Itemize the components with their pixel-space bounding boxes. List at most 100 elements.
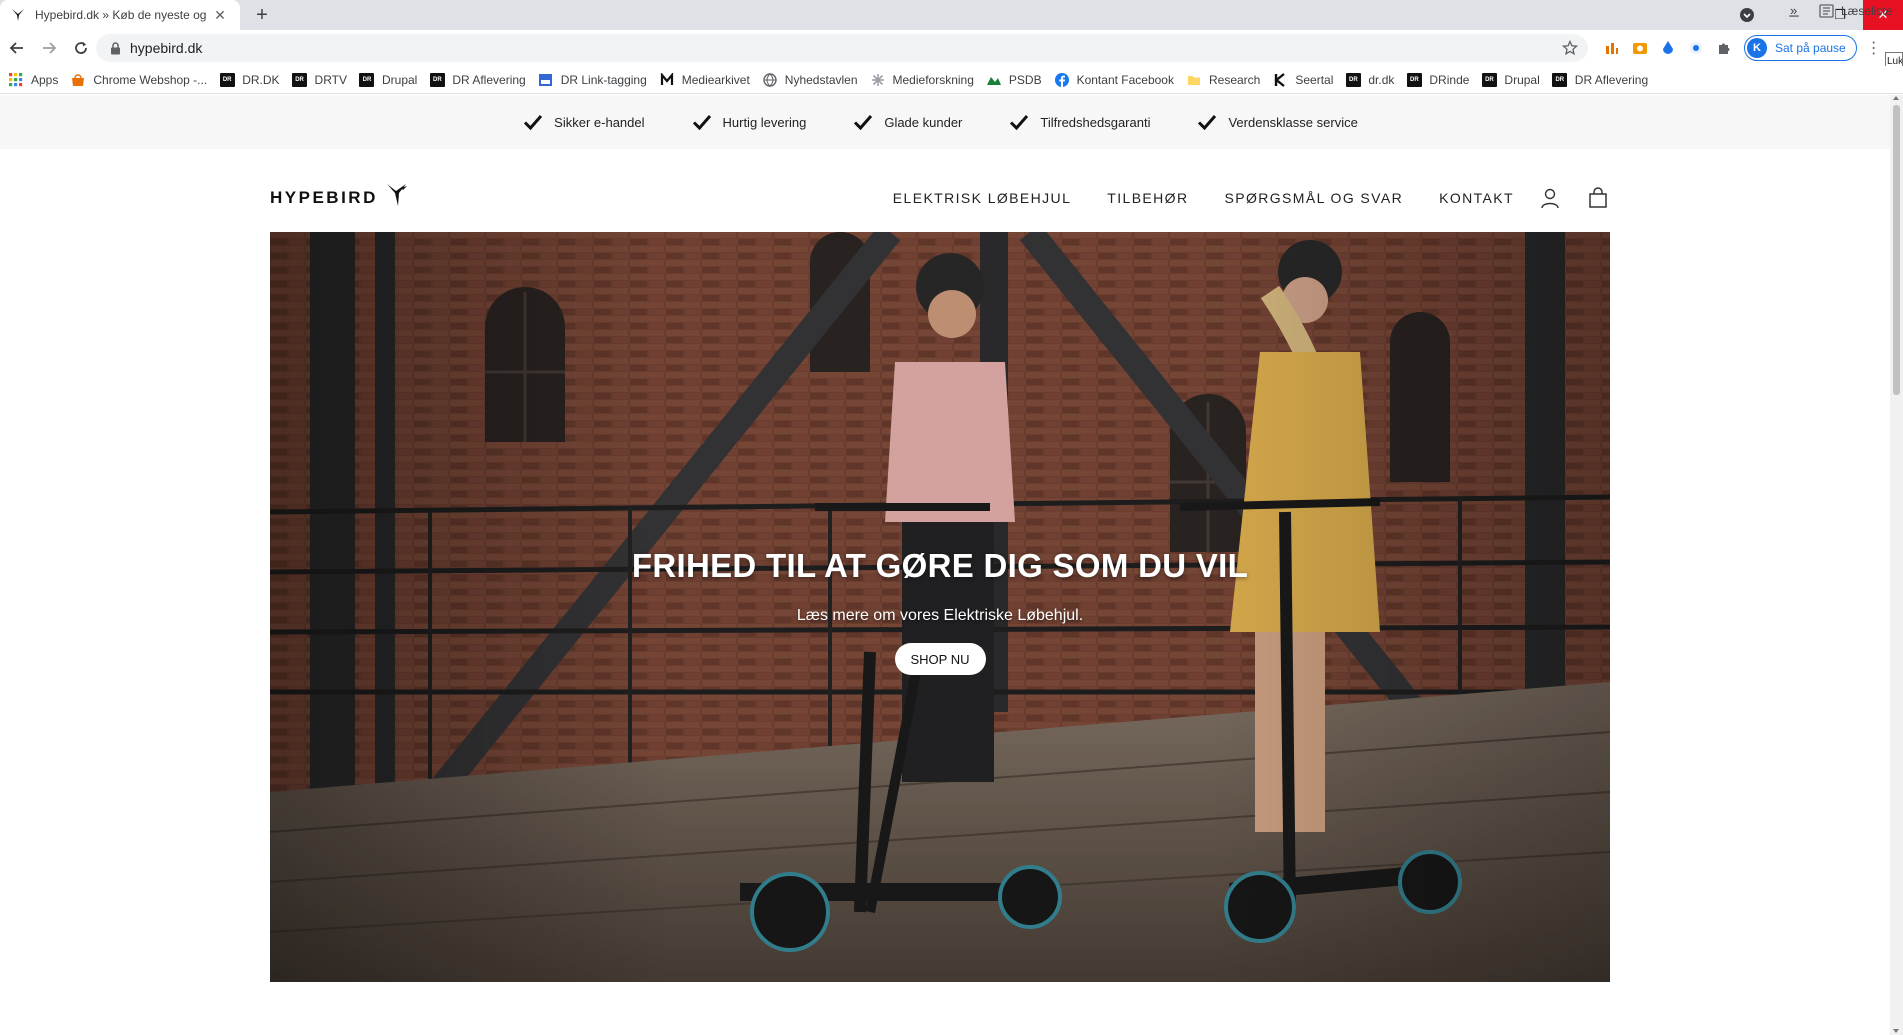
hero-banner: FRIHED TIL AT GØRE DIG SOM DU VIL Læs me… — [270, 232, 1610, 982]
bookmarks-bar: Apps Chrome Webshop -... DR DR.DK DR DRTV DR Dr… — [0, 66, 1903, 94]
nav-kontakt[interactable]: KONTAKT — [1439, 190, 1514, 206]
usp-label: Glade kunder — [884, 114, 963, 130]
address-bar[interactable]: hypebird.dk — [96, 34, 1588, 62]
back-button[interactable] — [2, 33, 32, 63]
scroll-down-icon[interactable] — [1893, 1029, 1899, 1033]
tab-close-icon[interactable]: ✕ — [211, 6, 229, 24]
usp-item: Glade kunder — [852, 113, 962, 131]
hypebird-bird-icon — [386, 183, 408, 212]
bookmark-item[interactable]: Chrome Webshop -... — [66, 69, 215, 91]
bookmark-item[interactable]: Research — [1182, 69, 1268, 91]
hero-title: FRIHED TIL AT GØRE DIG SOM DU VIL — [631, 547, 1249, 584]
bookmark-item[interactable]: DR Link-tagging — [534, 69, 655, 91]
extension-camera-icon[interactable] — [1630, 38, 1650, 58]
k-icon — [1272, 72, 1288, 88]
bookmark-item[interactable]: DR DR Aflevering — [425, 69, 533, 91]
psdb-icon — [986, 72, 1002, 88]
globe-icon — [762, 72, 778, 88]
bookmark-label: Mediearkivet — [681, 72, 750, 87]
bookmark-item[interactable]: PSDB — [982, 69, 1050, 91]
bookmark-item[interactable]: DR dr.dk — [1341, 69, 1402, 91]
checkmark-icon — [1008, 113, 1030, 131]
profile-button[interactable]: K Sat på pause — [1744, 35, 1857, 61]
facebook-icon — [1054, 72, 1070, 88]
bookmark-label: DRTV — [314, 72, 347, 87]
nav-tilbehor[interactable]: TILBEHØR — [1107, 190, 1188, 206]
m-icon — [659, 72, 675, 88]
tab-search-icon[interactable] — [1737, 5, 1757, 25]
bookmark-item[interactable]: DR Drupal — [1477, 69, 1547, 91]
bookmark-item[interactable]: Nyhedstavlen — [758, 69, 866, 91]
bookmarks-overflow-icon[interactable]: » — [1790, 3, 1797, 18]
page-viewport: Sikker e-handel Hurtig levering Glade kund… — [0, 95, 1890, 1035]
dr-icon: DR — [359, 72, 375, 88]
bookmark-item[interactable]: DR DR Aflevering — [1548, 69, 1656, 91]
nav-sporgsmal-og-svar[interactable]: SPØRGSMÅL OG SVAR — [1224, 190, 1403, 206]
site-logo[interactable]: HYPEBIRD — [270, 183, 408, 212]
dr-icon: DR — [219, 72, 235, 88]
arrow-left-icon — [9, 42, 23, 54]
bookmark-label: Seertal — [1295, 72, 1334, 87]
logo-text: HYPEBIRD — [270, 187, 378, 207]
bookmark-label: DR Aflevering — [452, 72, 526, 87]
usp-item: Verdensklasse service — [1196, 113, 1358, 131]
reading-list-button[interactable]: Læseliste — [1818, 3, 1892, 19]
bookmark-label: dr.dk — [1368, 72, 1395, 87]
checkmark-icon — [852, 113, 874, 131]
bookmark-label: Research — [1208, 72, 1261, 87]
browser-tab-active[interactable]: Hypebird.dk » Køb de nyeste og ✕ — [0, 0, 240, 30]
bookmark-item[interactable]: Seertal — [1268, 69, 1341, 91]
bookmark-star-icon[interactable] — [1561, 39, 1579, 56]
dr-icon: DR — [292, 72, 308, 88]
browser-toolbar: hypebird.dk K Sat på pause ⋮ Luk — [0, 30, 1903, 74]
account-icon[interactable] — [1538, 186, 1562, 210]
scroll-up-icon[interactable] — [1893, 96, 1899, 100]
extensions-puzzle-icon[interactable] — [1714, 38, 1734, 58]
scroll-thumb[interactable] — [1893, 105, 1900, 395]
extension-circle-icon[interactable] — [1686, 38, 1706, 58]
bookmark-item[interactable]: Medieforskning — [866, 69, 982, 91]
browser-menu-icon[interactable]: ⋮ — [1865, 36, 1883, 60]
arrow-right-icon — [43, 42, 57, 54]
new-tab-button[interactable]: + — [250, 4, 274, 26]
bookmark-item[interactable]: DR DRTV — [288, 69, 355, 91]
extension-bars-icon[interactable] — [1602, 38, 1622, 58]
reload-button[interactable] — [66, 33, 96, 63]
webstore-icon — [70, 72, 86, 88]
bookmark-item[interactable]: DR DR.DK — [215, 69, 287, 91]
usp-label: Verdensklasse service — [1228, 114, 1358, 130]
link-tagging-icon — [538, 72, 554, 88]
dr-icon: DR — [429, 72, 445, 88]
nav-elektrisk-lobehjul[interactable]: ELEKTRISK LØBEHJUL — [893, 190, 1071, 206]
hero-subtitle: Læs mere om vores Elektriske Løbehjul. — [796, 607, 1084, 624]
sparkle-icon — [870, 72, 886, 88]
apps-grid-icon — [8, 72, 24, 88]
bookmark-label: Kontant Facebook — [1076, 72, 1174, 87]
bookmark-item[interactable]: DR Drupal — [355, 69, 425, 91]
shop-now-button[interactable]: SHOP NU — [894, 643, 986, 675]
usp-item: Hurtig levering — [691, 113, 806, 131]
lock-icon[interactable] — [108, 41, 122, 55]
bookmark-label: DRinde — [1429, 72, 1470, 87]
extension-drop-icon[interactable] — [1658, 38, 1678, 58]
usp-bar: Sikker e-handel Hurtig levering Glade kund… — [0, 95, 1890, 149]
bookmark-label: Drupal — [381, 72, 418, 87]
usp-label: Sikker e-handel — [554, 114, 645, 130]
dr-icon: DR — [1481, 72, 1497, 88]
forward-button[interactable] — [34, 33, 64, 63]
bookmark-item[interactable]: Apps — [4, 69, 66, 91]
tab-title: Hypebird.dk » Køb de nyeste og — [35, 8, 207, 22]
bookmark-item[interactable]: DR DRinde — [1402, 69, 1477, 91]
hypebird-favicon-icon — [10, 7, 26, 23]
bookmark-label: Apps — [31, 72, 59, 87]
usp-item: Sikker e-handel — [522, 113, 645, 131]
checkmark-icon — [522, 113, 544, 131]
page-scrollbar[interactable] — [1890, 95, 1903, 1035]
bookmark-label: DR.DK — [242, 72, 280, 87]
url-text[interactable]: hypebird.dk — [130, 40, 202, 56]
bookmark-label: DR Link-tagging — [560, 72, 647, 87]
cart-bag-icon[interactable] — [1586, 186, 1610, 210]
bookmark-item[interactable]: Kontant Facebook — [1050, 69, 1182, 91]
bookmark-item[interactable]: Mediearkivet — [655, 69, 758, 91]
dr-icon: DR — [1345, 72, 1361, 88]
